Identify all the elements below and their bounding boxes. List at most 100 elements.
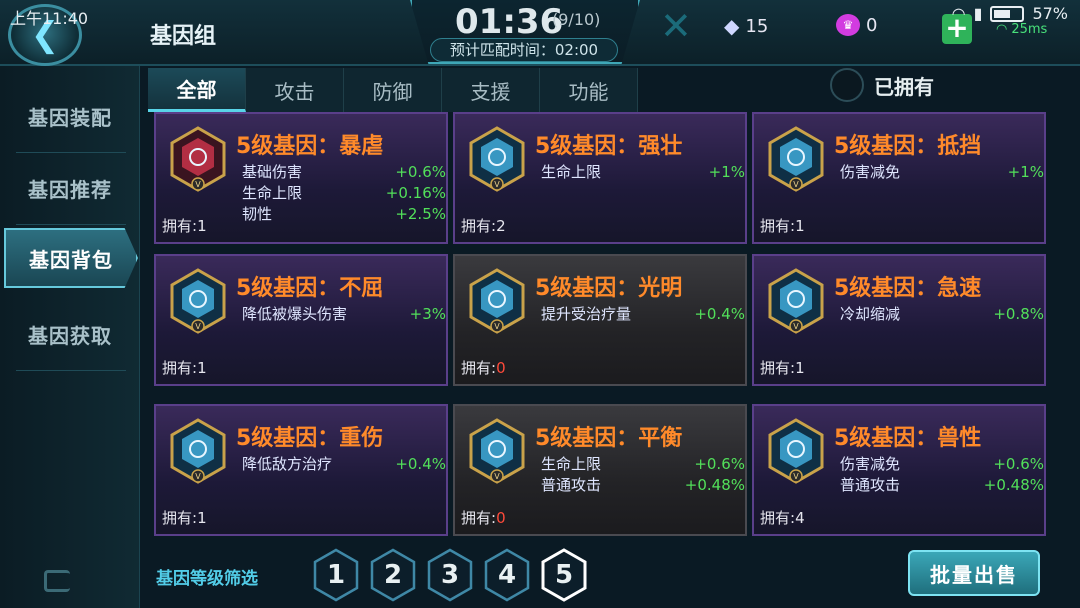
gene-card[interactable]: V 5级基因：平衡 生命上限 +0.6% 普通攻击 +0.48% 拥有:0	[453, 404, 747, 536]
haste-gene-icon: V	[766, 268, 826, 334]
battery-level: 57%	[1032, 4, 1068, 23]
unyielding-gene-icon: V	[168, 268, 228, 334]
level-number: 1	[326, 560, 346, 590]
stat-name: 伤害减免	[840, 455, 901, 473]
stat-name: 基础伤害	[242, 163, 303, 181]
sidebar-item-gene-obtain[interactable]: 基因获取	[8, 304, 132, 364]
stat-value: +0.6%	[993, 455, 1044, 473]
owned-filter-toggle[interactable]: 已拥有	[830, 68, 934, 102]
gene-card[interactable]: V 5级基因：抵挡伤害减免 +1% 拥有:1	[752, 112, 1046, 244]
gene-stats: 降低被爆头伤害 +3%	[242, 304, 446, 325]
gene-name: 5级基因：重伤	[236, 426, 384, 451]
light-gene-icon: V	[467, 268, 527, 334]
level-number: 2	[383, 560, 403, 590]
level-filter-5-button[interactable]: 5	[540, 548, 588, 602]
gene-card[interactable]: V 5级基因：兽性 伤害减免 +0.6% 普通攻击 +0.48% 拥有:4	[752, 404, 1046, 536]
checkbox-circle-icon	[830, 68, 864, 102]
stat-row: 降低被爆头伤害 +3%	[242, 304, 446, 325]
beast-gene-icon: V	[766, 418, 826, 484]
svg-text:V: V	[195, 472, 201, 481]
owned-label: 拥有:	[162, 217, 198, 235]
category-tabs: 全部 攻击 防御 支援 功能	[148, 68, 638, 112]
stat-row: 降低敌方治疗 +0.4%	[242, 454, 446, 475]
level-filter-3-button[interactable]: 3	[426, 548, 474, 602]
owned-label: 拥有:	[461, 359, 497, 377]
stat-value: +0.8%	[993, 305, 1044, 323]
stat-row: 提升受治疗量 +0.4%	[541, 304, 745, 325]
tab-attack[interactable]: 攻击	[246, 68, 344, 112]
owned-value: 0	[496, 509, 506, 527]
gene-name: 5级基因：抵挡	[834, 134, 982, 159]
owned-label: 拥有:	[461, 217, 497, 235]
sidebar-divider	[16, 370, 126, 371]
stat-value: +0.48%	[684, 476, 745, 494]
level-filter-4-button[interactable]: 4	[483, 548, 531, 602]
owned-count: 拥有:1	[760, 215, 805, 236]
stat-value: +3%	[409, 305, 446, 323]
wifi-signal-icon: ◠	[951, 4, 966, 23]
stat-value: +0.6%	[694, 455, 745, 473]
sidebar-item-gene-backpack[interactable]: 基因背包	[4, 228, 138, 288]
gene-card[interactable]: V 5级基因：光明 提升受治疗量 +0.4% 拥有:0	[453, 254, 747, 386]
svg-text:V: V	[793, 322, 799, 331]
gene-card[interactable]: V 5级基因：重伤降低敌方治疗 +0.4% 拥有:1	[154, 404, 448, 536]
tab-function[interactable]: 功能	[540, 68, 638, 112]
sidebar-item-gene-assembly[interactable]: 基因装配	[8, 86, 132, 146]
owned-value: 1	[197, 509, 207, 527]
stat-name: 降低敌方治疗	[242, 455, 333, 473]
tab-defense[interactable]: 防御	[344, 68, 442, 112]
stat-value: +0.4%	[694, 305, 745, 323]
owned-count: 拥有:0	[461, 507, 506, 528]
owned-count: 拥有:2	[461, 215, 506, 236]
svg-text:V: V	[195, 322, 201, 331]
stat-row: 生命上限 +1%	[541, 162, 745, 183]
gene-stats: 伤害减免 +1%	[840, 162, 1044, 183]
gene-card[interactable]: V 5级基因：暴虐 基础伤害 +0.6% 生命上限 +0.16% 韧性 +2.5% 拥有:1	[154, 112, 448, 244]
stat-name: 提升受治疗量	[541, 305, 632, 323]
level-filter-2-button[interactable]: 2	[369, 548, 417, 602]
stat-value: +0.4%	[395, 455, 446, 473]
owned-label: 拥有:	[162, 509, 198, 527]
stat-name: 生命上限	[242, 184, 303, 202]
svg-text:V: V	[494, 322, 500, 331]
stat-row: 冷却缩减 +0.8%	[840, 304, 1044, 325]
estimated-match-time: 预计匹配时间：02:00	[430, 38, 618, 62]
stat-row: 普通攻击 +0.48%	[840, 475, 1044, 496]
level-filter-1-button[interactable]: 1	[312, 548, 360, 602]
gene-stats: 降低敌方治疗 +0.4%	[242, 454, 446, 475]
cell-signal-icon: ▮	[973, 4, 983, 23]
gene-name: 5级基因：不屈	[236, 276, 384, 301]
owned-value: 1	[197, 359, 207, 377]
gene-stats: 生命上限 +1%	[541, 162, 745, 183]
sidebar-item-gene-recommend[interactable]: 基因推荐	[8, 158, 132, 218]
owned-count: 拥有:1	[162, 507, 207, 528]
tab-all[interactable]: 全部	[148, 68, 246, 112]
gene-name: 5级基因：暴虐	[236, 134, 384, 159]
rage-gene-icon: V	[168, 126, 228, 192]
level-number: 3	[440, 560, 460, 590]
stat-row: 伤害减免 +0.6%	[840, 454, 1044, 475]
game-logo-icon	[44, 570, 70, 592]
balance-gene-icon: V	[467, 418, 527, 484]
battery-icon	[990, 5, 1025, 22]
gene-card[interactable]: V 5级基因：急速 冷却缩减 +0.8% 拥有:1	[752, 254, 1046, 386]
svg-text:V: V	[793, 180, 799, 189]
gene-stats: 生命上限 +0.6% 普通攻击 +0.48%	[541, 454, 745, 496]
stat-row: 伤害减免 +1%	[840, 162, 1044, 183]
gene-stats: 伤害减免 +0.6% 普通攻击 +0.48%	[840, 454, 1044, 496]
owned-count: 拥有:1	[162, 357, 207, 378]
stat-value: +2.5%	[395, 205, 446, 223]
owned-label: 拥有:	[760, 509, 796, 527]
tab-support[interactable]: 支援	[442, 68, 540, 112]
owned-label: 拥有:	[162, 359, 198, 377]
gene-grid: V 5级基因：暴虐 基础伤害 +0.6% 生命上限 +0.16% 韧性 +2.5% 拥有:1 …	[148, 112, 1054, 536]
stat-value: +0.6%	[395, 163, 446, 181]
gene-card[interactable]: V 5级基因：不屈降低被爆头伤害 +3% 拥有:1	[154, 254, 448, 386]
level-number: 5	[554, 560, 574, 590]
status-time: 上午11:40	[10, 9, 89, 28]
owned-label: 拥有:	[760, 359, 796, 377]
gene-card[interactable]: V 5级基因：强壮 生命上限 +1% 拥有:2	[453, 112, 747, 244]
stat-name: 韧性	[242, 205, 273, 223]
bulk-sell-button[interactable]: 批量出售	[908, 550, 1040, 596]
owned-value: 2	[496, 217, 506, 235]
